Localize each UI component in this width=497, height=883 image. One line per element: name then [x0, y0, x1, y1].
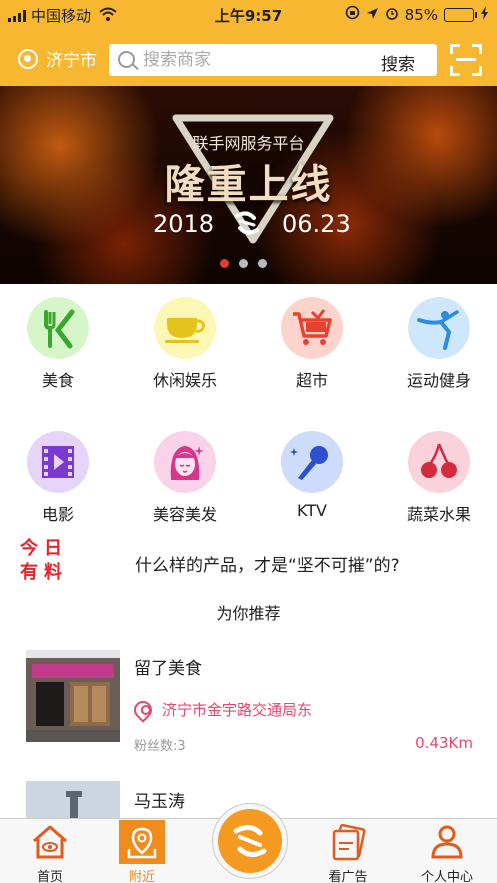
- banner-subtitle: 联手网服务平台: [192, 134, 305, 153]
- category-fitness[interactable]: 运动健身: [384, 297, 494, 391]
- merchant-thumbnail[interactable]: [26, 650, 120, 742]
- category-label: 超市: [295, 371, 328, 390]
- search-input[interactable]: [143, 44, 363, 76]
- alarm-icon: [385, 6, 399, 24]
- carousel-dot[interactable]: [258, 259, 267, 268]
- battery-percent: 85%: [404, 5, 438, 24]
- tab-home[interactable]: 首页: [0, 819, 100, 883]
- map-pin-icon: [119, 820, 165, 864]
- city-name: 济宁市: [46, 51, 97, 71]
- category-food[interactable]: 美食: [3, 297, 113, 391]
- tab-nearby[interactable]: 附近: [92, 819, 192, 883]
- search-button[interactable]: 搜索: [381, 50, 415, 75]
- merchant-name[interactable]: 马玉涛: [134, 787, 185, 812]
- center-logo-button[interactable]: [212, 803, 288, 879]
- category-movie[interactable]: 电影: [3, 431, 113, 525]
- top-header: 济宁市 搜索: [0, 28, 497, 86]
- city-selector[interactable]: 济宁市: [18, 46, 97, 71]
- home-icon: [27, 820, 73, 864]
- category-produce[interactable]: 蔬菜水果: [384, 431, 494, 525]
- address-pin-icon: [130, 696, 156, 723]
- banner-title: 隆重上线: [164, 162, 333, 208]
- banner-date: 06.23: [282, 210, 351, 238]
- carousel-dots: [220, 259, 267, 268]
- category-beauty[interactable]: 美容美发: [130, 431, 240, 525]
- today-headline[interactable]: 什么样的产品，才是“坚不可摧”的?: [135, 551, 400, 576]
- tab-label: 个人中心: [420, 870, 473, 883]
- cherry-icon: [408, 431, 470, 493]
- charging-icon: [480, 5, 489, 24]
- tab-profile[interactable]: 个人中心: [397, 819, 497, 883]
- category-label: 美食: [41, 371, 74, 390]
- category-leisure[interactable]: 休闲娱乐: [130, 297, 240, 391]
- search-bar: 搜索: [109, 44, 437, 76]
- category-label: KTV: [297, 501, 327, 520]
- tab-ads[interactable]: 看广告: [298, 819, 398, 883]
- promo-banner[interactable]: 联手网服务平台 隆重上线 2018 06.23: [0, 86, 497, 284]
- category-supermarket[interactable]: 超市: [257, 297, 367, 391]
- merchant-name[interactable]: 留了美食: [134, 654, 202, 679]
- category-label: 运动健身: [406, 371, 471, 390]
- location-arrow-icon: [366, 6, 379, 24]
- banner-year: 2018: [153, 210, 215, 238]
- merchant-address-text: 济宁市金宇路交通局东: [162, 701, 313, 719]
- category-ktv[interactable]: KTV: [257, 431, 367, 520]
- today-logo-line1: 今日: [20, 538, 68, 559]
- shopping-cart-icon: [281, 297, 343, 359]
- today-logo: 今日 有料: [20, 537, 68, 585]
- app-logo-icon: [218, 809, 282, 873]
- recommend-title: 为你推荐: [216, 604, 281, 623]
- today-logo-line2: 有料: [20, 562, 68, 583]
- user-icon: [424, 820, 470, 864]
- tab-label: 附近: [128, 870, 155, 883]
- merchant-fans: 粉丝数:3: [134, 739, 186, 754]
- status-bar: 中国移动 上午9:57 85%: [0, 0, 497, 28]
- merchant-distance: 0.43Km: [415, 734, 473, 752]
- ad-cards-icon: [325, 820, 371, 864]
- carousel-dot[interactable]: [220, 259, 229, 268]
- search-icon: [118, 51, 135, 68]
- fork-knife-icon: [27, 297, 89, 359]
- rotation-lock-icon: [345, 5, 360, 24]
- merchant-thumbnail[interactable]: [26, 781, 120, 818]
- woman-face-icon: [154, 431, 216, 493]
- carousel-dot[interactable]: [239, 259, 248, 268]
- category-label: 休闲娱乐: [152, 371, 217, 390]
- film-icon: [27, 431, 89, 493]
- teacup-icon: [154, 297, 216, 359]
- microphone-icon: [281, 431, 343, 493]
- merchant-address: 济宁市金宇路交通局东: [130, 696, 313, 723]
- battery-icon: [444, 7, 477, 22]
- tab-label: 首页: [36, 870, 63, 883]
- yoga-icon: [408, 297, 470, 359]
- category-label: 美容美发: [152, 505, 217, 524]
- tab-label: 看广告: [328, 870, 368, 883]
- location-pin-icon: [18, 48, 38, 69]
- category-label: 电影: [41, 505, 74, 524]
- category-label: 蔬菜水果: [406, 505, 471, 524]
- scan-qr-icon[interactable]: [450, 44, 482, 76]
- banner-logo-icon: [235, 211, 259, 235]
